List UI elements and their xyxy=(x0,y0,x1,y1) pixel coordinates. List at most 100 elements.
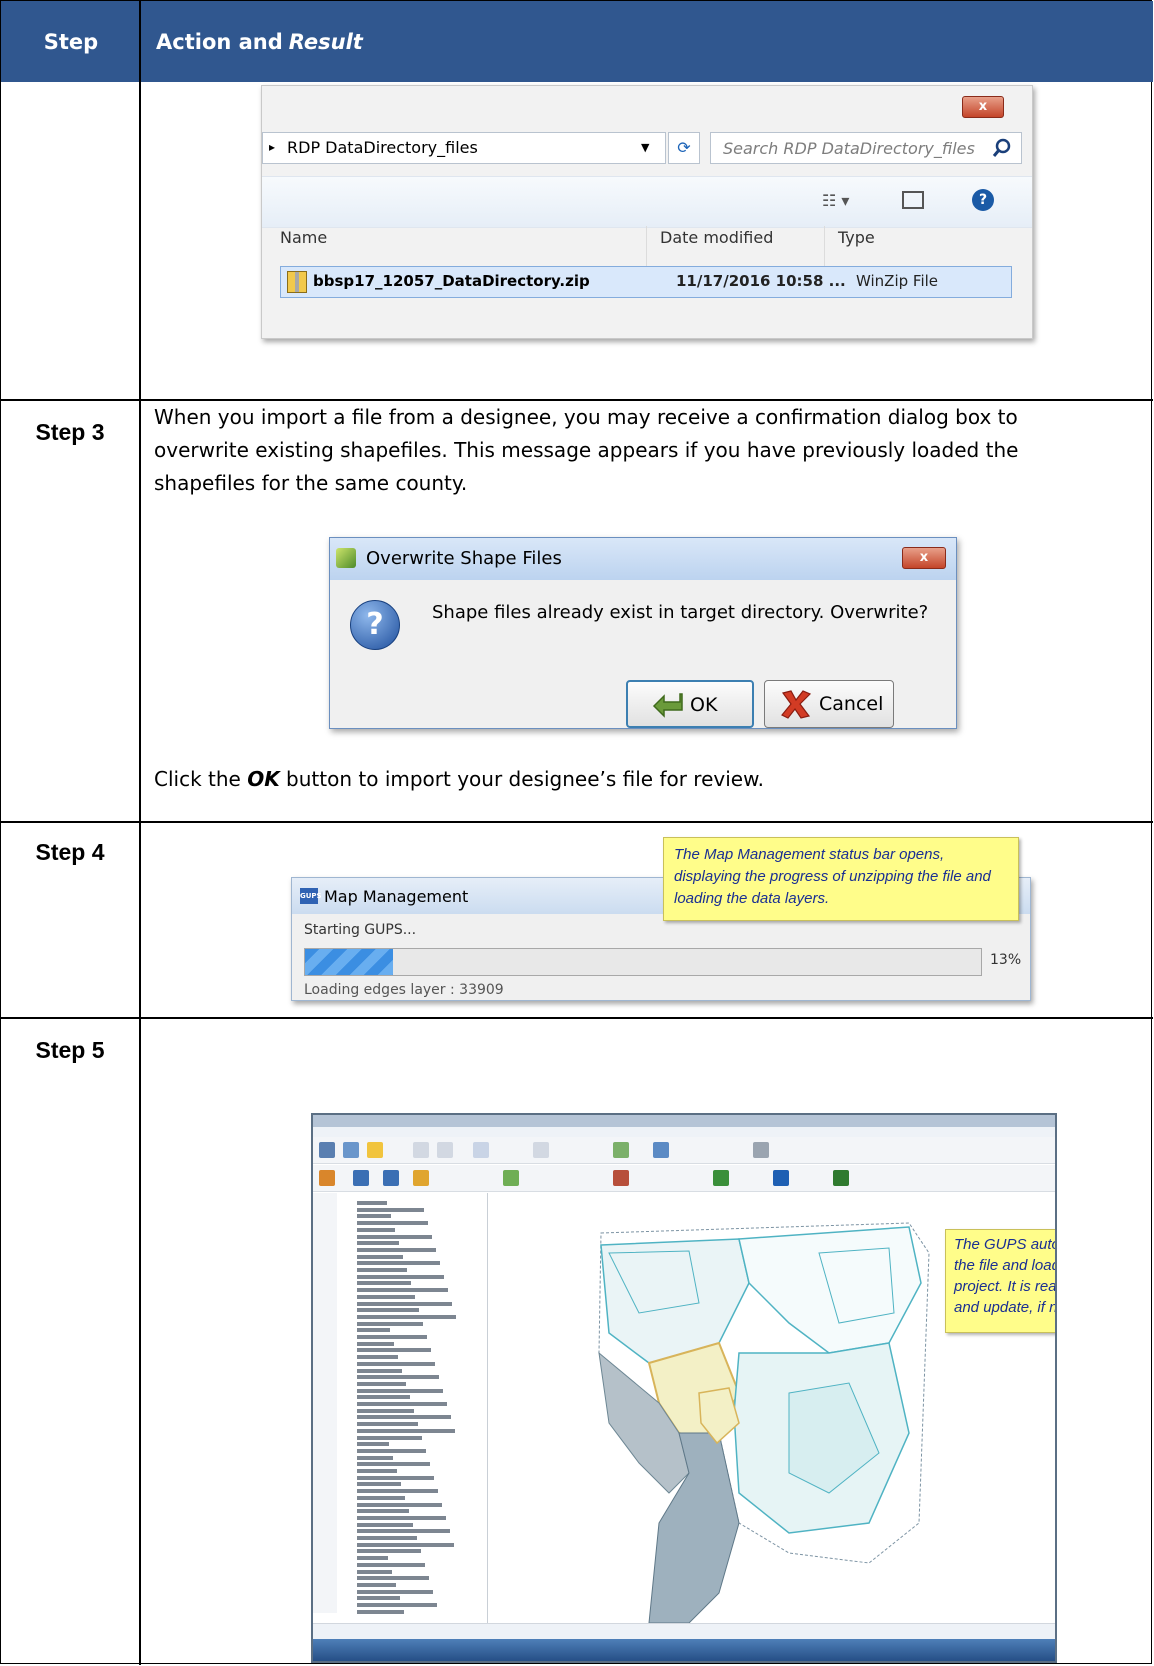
identify-icon[interactable] xyxy=(533,1142,549,1158)
layer-row[interactable] xyxy=(357,1589,433,1594)
layer-row[interactable] xyxy=(357,1314,456,1319)
layer-row[interactable] xyxy=(357,1556,388,1561)
zoom-icon[interactable] xyxy=(437,1142,453,1158)
flag-icon[interactable] xyxy=(773,1170,789,1186)
explorer-toolbar: ☷ ▾ ? xyxy=(262,176,1032,228)
search-icon[interactable] xyxy=(991,137,1013,159)
layer-row[interactable] xyxy=(357,1247,436,1252)
layer-row[interactable] xyxy=(357,1576,429,1581)
layer-row[interactable] xyxy=(357,1408,414,1413)
file-row-selected[interactable]: bbsp17_12057_DataDirectory.zip 11/17/201… xyxy=(280,266,1012,298)
layer-row[interactable] xyxy=(357,1529,450,1534)
layer-row[interactable] xyxy=(357,1288,448,1293)
layer-row[interactable] xyxy=(357,1341,394,1346)
layer-row[interactable] xyxy=(357,1549,421,1554)
layer-row[interactable] xyxy=(357,1294,415,1299)
layer-row[interactable] xyxy=(357,1207,424,1212)
dialog-close-button[interactable]: x xyxy=(902,547,946,569)
view-options-icon[interactable]: ☷ ▾ xyxy=(822,191,849,210)
open-icon[interactable] xyxy=(343,1142,359,1158)
measure-icon[interactable] xyxy=(653,1142,669,1158)
attribute-icon[interactable] xyxy=(753,1142,769,1158)
tool-icon[interactable] xyxy=(833,1170,849,1186)
layer-row[interactable] xyxy=(357,1227,395,1232)
layer-row[interactable] xyxy=(357,1415,451,1420)
layer-row[interactable] xyxy=(357,1435,422,1440)
help-icon[interactable]: ? xyxy=(972,189,994,211)
layer-row[interactable] xyxy=(357,1502,442,1507)
save-icon[interactable] xyxy=(319,1142,335,1158)
globe-icon[interactable] xyxy=(413,1170,429,1186)
layer-row[interactable] xyxy=(357,1348,431,1353)
layer-row[interactable] xyxy=(357,1308,419,1313)
layer-row[interactable] xyxy=(357,1355,398,1360)
layer-row[interactable] xyxy=(357,1201,387,1205)
chevron-down-icon[interactable]: ▼ xyxy=(641,141,649,154)
layer-row[interactable] xyxy=(357,1596,400,1601)
layer-row[interactable] xyxy=(357,1234,432,1239)
layer-row[interactable] xyxy=(357,1475,434,1480)
layer-row[interactable] xyxy=(357,1241,399,1246)
layer-row[interactable] xyxy=(357,1402,447,1406)
layer-row[interactable] xyxy=(357,1569,392,1574)
edit-icon[interactable] xyxy=(319,1170,335,1186)
layer-icon[interactable] xyxy=(353,1170,369,1186)
layer-row[interactable] xyxy=(357,1515,446,1520)
layer-row[interactable] xyxy=(357,1368,402,1373)
refresh-icon[interactable]: ⟳ xyxy=(668,132,700,164)
folder-icon[interactable] xyxy=(367,1142,383,1158)
pan-icon[interactable] xyxy=(413,1142,429,1158)
layer-row[interactable] xyxy=(357,1388,443,1393)
expand-arrow-icon[interactable]: ▸ xyxy=(269,140,275,154)
zoom-in-icon[interactable] xyxy=(473,1142,489,1158)
cancel-button[interactable]: Cancel xyxy=(764,680,894,728)
layer-row[interactable] xyxy=(357,1321,423,1326)
layer-row[interactable] xyxy=(357,1442,389,1447)
layer-row[interactable] xyxy=(357,1221,428,1226)
address-bar[interactable]: ▸ RDP DataDirectory_files ▼ xyxy=(262,132,666,164)
layer-row[interactable] xyxy=(357,1455,393,1460)
layer-row[interactable] xyxy=(357,1522,413,1527)
tool-icon[interactable] xyxy=(713,1170,729,1186)
layer-row[interactable] xyxy=(357,1381,406,1386)
layer-row[interactable] xyxy=(357,1469,397,1473)
layer-row[interactable] xyxy=(357,1448,426,1453)
layer-row[interactable] xyxy=(357,1495,405,1500)
column-header-name[interactable]: Name xyxy=(280,228,327,247)
layer-row[interactable] xyxy=(357,1428,455,1433)
layer-row[interactable] xyxy=(357,1335,427,1339)
column-header-date[interactable]: Date modified xyxy=(660,228,773,247)
layer-icon[interactable] xyxy=(383,1170,399,1186)
layer-row[interactable] xyxy=(357,1375,439,1380)
layer-row[interactable] xyxy=(357,1301,452,1306)
ok-button[interactable]: OK xyxy=(626,680,754,728)
layer-row[interactable] xyxy=(357,1395,410,1400)
close-button[interactable]: x xyxy=(962,96,1004,118)
layer-row[interactable] xyxy=(357,1328,390,1333)
column-header-type[interactable]: Type xyxy=(838,228,875,247)
layer-row[interactable] xyxy=(357,1509,409,1514)
layer-row[interactable] xyxy=(357,1214,391,1219)
layer-row[interactable] xyxy=(357,1268,407,1272)
layer-row[interactable] xyxy=(357,1462,430,1467)
layer-row[interactable] xyxy=(357,1603,437,1607)
map-canvas[interactable]: The GUPS automatically unzips the file a… xyxy=(489,1193,1055,1624)
layer-row[interactable] xyxy=(357,1582,396,1587)
tool-icon[interactable] xyxy=(613,1170,629,1186)
layer-row[interactable] xyxy=(357,1254,403,1259)
layer-row[interactable] xyxy=(357,1482,401,1487)
layer-row[interactable] xyxy=(357,1261,440,1266)
preview-pane-icon[interactable] xyxy=(902,191,924,209)
layer-row[interactable] xyxy=(357,1422,418,1427)
layer-row[interactable] xyxy=(357,1562,425,1567)
layer-row[interactable] xyxy=(357,1489,438,1494)
layer-row[interactable] xyxy=(357,1542,454,1547)
layer-row[interactable] xyxy=(357,1361,435,1366)
layer-row[interactable] xyxy=(357,1281,411,1286)
search-input[interactable]: Search RDP DataDirectory_files xyxy=(710,132,1022,164)
check-icon[interactable] xyxy=(503,1170,519,1186)
layer-row[interactable] xyxy=(357,1274,444,1279)
layer-row[interactable] xyxy=(357,1609,404,1614)
layer-row[interactable] xyxy=(357,1536,417,1540)
refresh-map-icon[interactable] xyxy=(613,1142,629,1158)
